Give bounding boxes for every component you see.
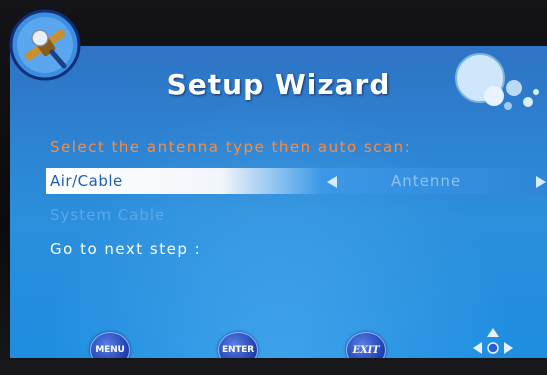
instruction-text: Select the antenna type then auto scan: — [50, 138, 412, 156]
menu-button[interactable]: MENU — [90, 332, 130, 358]
enter-button[interactable]: ENTER — [218, 332, 258, 358]
exit-button[interactable]: EXIT — [346, 332, 386, 358]
decorative-bubbles-icon — [455, 53, 539, 110]
navigation-arrows-icon — [473, 328, 513, 354]
next-step-row[interactable]: Go to next step : — [50, 240, 201, 258]
arrow-left-icon[interactable] — [327, 176, 337, 188]
satellite-logo-icon — [9, 9, 81, 81]
air-cable-label: Air/Cable — [50, 172, 123, 190]
air-cable-row[interactable]: Air/Cable Antenne — [46, 168, 547, 194]
antenna-type-value: Antenne — [391, 172, 462, 190]
arrow-right-icon[interactable] — [536, 176, 546, 188]
system-cable-row: System Cable — [50, 206, 166, 224]
